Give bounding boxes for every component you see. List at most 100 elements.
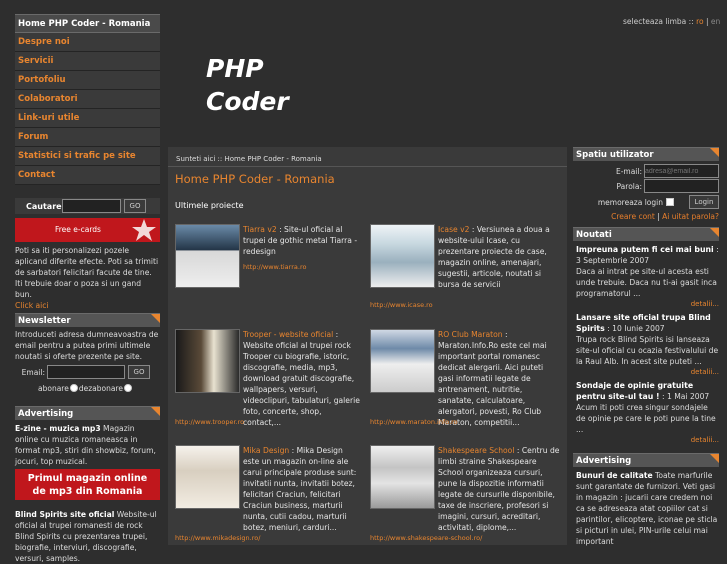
user-password-label: Parola:: [616, 181, 643, 191]
project-card: Trooper - website oficial : Website ofic…: [175, 329, 361, 427]
news-more-link[interactable]: detalii...: [576, 367, 719, 377]
ad-blind-spirits: Blind Spirits site oficial Website-ul of…: [15, 509, 160, 564]
remember-checkbox[interactable]: [666, 198, 674, 206]
star-icon: [132, 219, 156, 241]
mp3-banner[interactable]: Primul magazin online de mp3 din Romania: [15, 469, 160, 500]
corner-icon: [710, 148, 719, 157]
project-thumbnail[interactable]: [175, 329, 240, 393]
user-password-input[interactable]: [644, 179, 719, 193]
news-item-date: : 1 Mai 2007: [659, 392, 710, 401]
newsletter-email-input[interactable]: [47, 365, 125, 379]
project-url[interactable]: http://www.tiarra.ro: [243, 263, 306, 271]
page-title: Home PHP Coder - Romania: [175, 172, 335, 186]
logo-line1: PHP: [206, 54, 264, 83]
search-go-button[interactable]: GO: [124, 199, 146, 213]
project-url[interactable]: http://www.icase.ro: [370, 301, 433, 309]
nav-item-colaboratori[interactable]: Colaboratori: [15, 90, 160, 109]
project-thumbnail[interactable]: [370, 329, 435, 393]
nav-item-contact[interactable]: Contact: [15, 166, 160, 185]
news-item-text: Acum iti poti crea singur sondajele de o…: [576, 403, 716, 434]
ad-ezine-link[interactable]: E-zine - muzica mp3: [15, 424, 101, 433]
project-thumbnail[interactable]: [175, 445, 240, 509]
project-title-link[interactable]: Shakespeare School: [438, 446, 514, 455]
project-thumbnail[interactable]: [175, 224, 240, 288]
project-desc: : Maraton.Info.Ro este cel mai important…: [438, 330, 547, 427]
news-item: Impreuna putem fi cei mai buni : 3 Septe…: [573, 244, 719, 309]
news-title: Noutati: [576, 230, 612, 240]
logo-line2: Coder: [206, 87, 289, 116]
ad-bunuri: Bunuri de calitate Toate marfurile sunt …: [573, 470, 719, 547]
nav-item-servicii[interactable]: Servicii: [15, 52, 160, 71]
news-more-link[interactable]: detalii...: [576, 299, 719, 309]
user-header: Spatiu utilizator: [573, 147, 719, 161]
news-item: Sondaje de opinie gratuite pentru site-u…: [573, 380, 719, 445]
remember-label: memoreaza login: [597, 197, 663, 207]
project-url[interactable]: http://www.maraton.info.ro: [370, 418, 458, 426]
left-column: Home PHP Coder - Romania Despre noi Serv…: [15, 14, 160, 564]
site-logo[interactable]: PHP Coder: [206, 52, 289, 118]
project-title-link[interactable]: Icase v2: [438, 225, 469, 234]
lang-en-link[interactable]: en: [711, 17, 720, 26]
unsubscribe-radio[interactable]: [123, 384, 132, 392]
lang-ro-link[interactable]: ro: [696, 17, 704, 26]
advertising-right-header: Advertising: [573, 453, 719, 467]
project-title-link[interactable]: Trooper - website oficial: [243, 330, 333, 339]
project-thumbnail[interactable]: [370, 445, 435, 509]
project-url[interactable]: http://www.shakespeare-school.ro/: [370, 534, 482, 542]
news-item-date: : 10 Iunie 2007: [604, 324, 665, 333]
main-content: Sunteti aici :: Home PHP Coder - Romania…: [168, 147, 567, 545]
news-more-link[interactable]: detalii...: [576, 435, 719, 445]
project-card: Icase v2 : Versiunea a doua a website-ul…: [370, 224, 560, 309]
project-url[interactable]: http://www.mikadesign.ro/: [175, 534, 260, 542]
user-title: Spatiu utilizator: [576, 150, 654, 160]
newsletter-header: Newsletter: [15, 313, 160, 327]
nav-item-statistici[interactable]: Statistici si trafic pe site: [15, 147, 160, 166]
user-remember-row: memoreaza login Login: [573, 195, 719, 209]
corner-icon: [151, 407, 160, 416]
newsletter-form: Email: GO: [15, 364, 160, 380]
nav-item-home[interactable]: Home PHP Coder - Romania: [15, 14, 160, 33]
subscribe-radio[interactable]: [69, 384, 78, 392]
ecards-link[interactable]: Click aici: [15, 300, 160, 311]
project-url[interactable]: http://www.trooper.ro: [175, 418, 244, 426]
ecards-text: Poti sa iti personalizezi pozele aplican…: [15, 246, 159, 299]
main-nav: Home PHP Coder - Romania Despre noi Serv…: [15, 14, 160, 185]
search-input[interactable]: [62, 199, 121, 213]
news-header: Noutati: [573, 227, 719, 241]
project-title-link[interactable]: RO Club Maraton: [438, 330, 503, 339]
project-card: RO Club Maraton : Maraton.Info.Ro este c…: [370, 329, 560, 427]
news-item-text: Trupa rock Blind Spirits isi lanseaza si…: [576, 335, 719, 366]
nav-item-forum[interactable]: Forum: [15, 128, 160, 147]
user-password-row: Parola:: [573, 179, 719, 193]
forgot-password-link[interactable]: Ai uitat parola?: [662, 212, 719, 221]
user-links-separator: |: [657, 212, 660, 221]
project-title-link[interactable]: Mika Design: [243, 446, 289, 455]
news-item: Lansare site oficial trupa Blind Spirits…: [573, 312, 719, 377]
newsletter-title: Newsletter: [18, 316, 71, 326]
project-title-link[interactable]: Tiarra v2: [243, 225, 277, 234]
ad-blind-spirits-link[interactable]: Blind Spirits site oficial: [15, 510, 114, 519]
mp3-banner-line2: de mp3 din Romania: [32, 486, 143, 497]
nav-item-portofoliu[interactable]: Portofoliu: [15, 71, 160, 90]
create-account-link[interactable]: Creare cont: [611, 212, 655, 221]
project-desc: : Mika Design este un magazin on-line al…: [243, 446, 357, 532]
ad-bunuri-link[interactable]: Bunuri de calitate: [576, 471, 653, 480]
ecards-banner-text: Free e-cards: [55, 225, 101, 234]
login-button[interactable]: Login: [689, 195, 719, 209]
project-thumbnail[interactable]: [370, 224, 435, 288]
news-item-title[interactable]: Impreuna putem fi cei mai buni: [576, 245, 714, 254]
breadcrumb: Sunteti aici :: Home PHP Coder - Romania: [176, 155, 322, 163]
right-column: Spatiu utilizator E-mail: Parola: memore…: [573, 147, 719, 547]
advertising-left-title: Advertising: [18, 409, 74, 419]
newsletter-go-button[interactable]: GO: [128, 365, 150, 379]
ad-bunuri-text: Toate marfurile sunt garantate de furniz…: [576, 471, 718, 546]
project-desc: : Versiunea a doua a website-ului Icase,…: [438, 225, 550, 289]
project-card: Shakespeare School : Centru de limbi str…: [370, 445, 560, 542]
nav-item-despre-noi[interactable]: Despre noi: [15, 33, 160, 52]
user-email-input[interactable]: [644, 164, 719, 178]
nav-item-link-uri-utile[interactable]: Link-uri utile: [15, 109, 160, 128]
newsletter-options: abonare dezabonare: [15, 383, 160, 393]
project-desc: : Website oficial al trupei rock Trooper…: [243, 330, 360, 427]
ecards-banner[interactable]: Free e-cards: [15, 218, 160, 242]
search-label: Cautare: [26, 201, 62, 211]
